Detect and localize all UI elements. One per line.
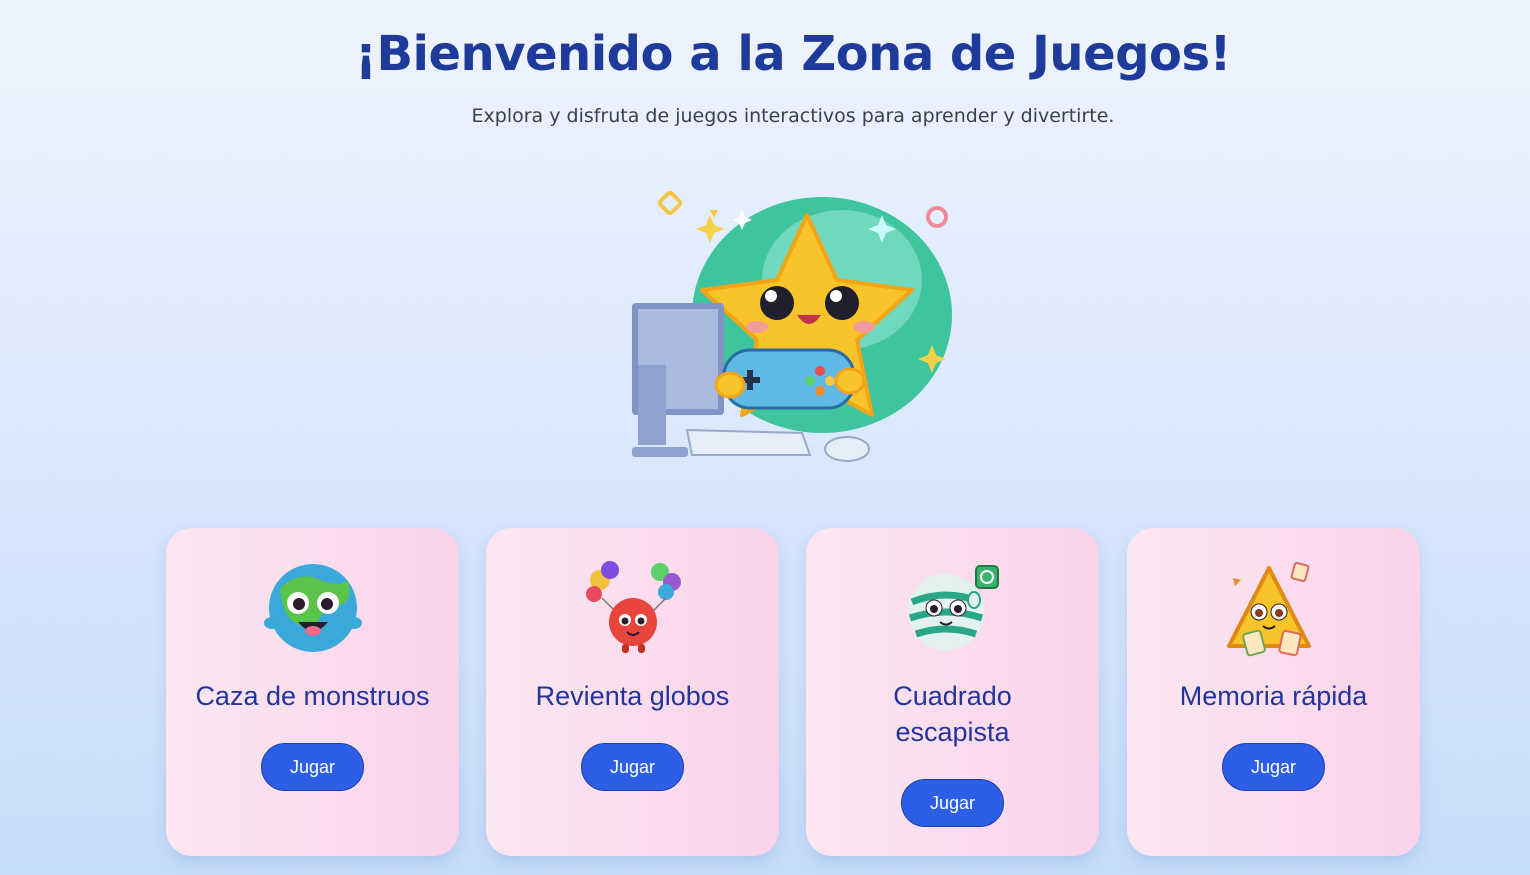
game-cards: Caza de monstruos Jugar Revienta globos … (166, 528, 1420, 856)
game-card-revienta-globos: Revienta globos Jugar (486, 528, 779, 856)
game-card-cuadrado-escapista: Cuadrado escapista Jugar (806, 528, 1099, 856)
star-gamer-mascot (632, 190, 952, 462)
play-button-cuadrado-escapista[interactable]: Jugar (901, 779, 1004, 827)
game-title: Revienta globos (535, 681, 730, 711)
game-title: Caza de monstruos (195, 681, 430, 711)
page-title: ¡Bienvenido a la Zona de Juegos! (355, 26, 1231, 82)
triangle-cards-icon (1227, 561, 1311, 657)
balloon-icon (586, 561, 681, 653)
ball-icon (908, 565, 999, 650)
page-subtitle: Explora y disfruta de juegos interactivo… (471, 105, 1115, 127)
monster-icon (264, 564, 362, 652)
game-title: Memoria rápida (1179, 681, 1368, 711)
play-button-revienta-globos[interactable]: Jugar (581, 743, 684, 791)
game-card-memoria-rapida: Memoria rápida Jugar (1127, 528, 1420, 856)
play-button-caza-de-monstruos[interactable]: Jugar (261, 743, 364, 791)
game-card-caza-de-monstruos: Caza de monstruos Jugar (166, 528, 459, 856)
play-button-memoria-rapida[interactable]: Jugar (1222, 743, 1325, 791)
game-title: Cuadrado escapista (893, 681, 1012, 747)
